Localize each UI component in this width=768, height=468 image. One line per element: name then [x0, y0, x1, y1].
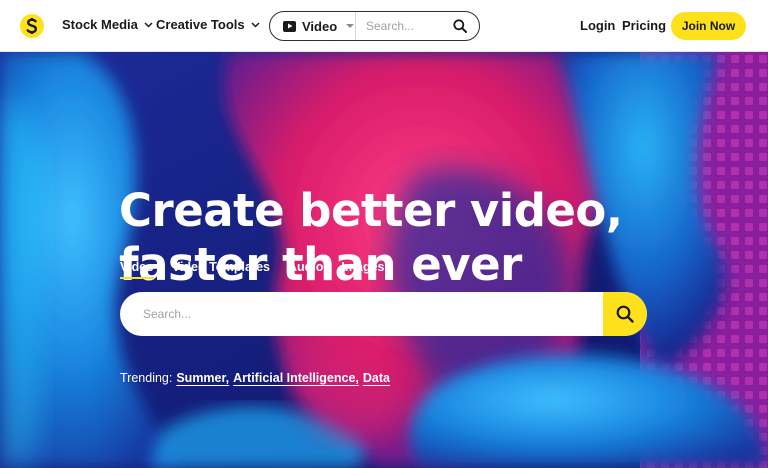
tab-video-templates[interactable]: Video Templates [172, 260, 270, 279]
top-search-bar: Video [269, 11, 480, 41]
top-navigation: Stock Media Creative Tools Video Login P… [0, 0, 768, 52]
trending-link-artificial-intelligence[interactable]: Artificial Intelligence, [233, 371, 359, 385]
site-logo[interactable] [20, 14, 44, 38]
hero-headline-line-1: Create better video, [119, 184, 623, 237]
caret-down-icon [346, 24, 355, 28]
nav-menu-stock-media[interactable]: Stock Media [62, 17, 153, 32]
logo-mark [26, 18, 38, 34]
trending-link-summer[interactable]: Summer, [176, 371, 229, 385]
join-now-button[interactable]: Join Now [671, 12, 746, 40]
trending-link-data[interactable]: Data [363, 371, 390, 385]
hero-search-bar [120, 292, 647, 336]
tab-images[interactable]: Images [341, 260, 384, 279]
chevron-down-icon [144, 21, 153, 28]
nav-menu-label: Stock Media [62, 17, 138, 32]
trending-label: Trending: [120, 371, 173, 385]
hero-search-input[interactable] [120, 292, 600, 336]
pricing-link[interactable]: Pricing [622, 18, 666, 33]
tab-video[interactable]: Video [120, 260, 154, 279]
trending-searches: Trending: Summer, Artificial Intelligenc… [120, 371, 390, 385]
hero-search-tabs: Video Video Templates Audio Images [120, 260, 385, 279]
login-link[interactable]: Login [580, 18, 615, 33]
chevron-down-icon [251, 21, 260, 28]
search-type-label: Video [302, 18, 338, 34]
hero-search-button[interactable] [603, 292, 647, 336]
search-type-select[interactable]: Video [270, 12, 356, 40]
search-icon [616, 305, 634, 323]
tab-audio[interactable]: Audio [288, 260, 323, 279]
top-search-input[interactable] [366, 19, 452, 33]
search-icon[interactable] [453, 19, 467, 38]
play-icon [283, 20, 296, 32]
nav-menu-creative-tools[interactable]: Creative Tools [156, 17, 260, 32]
nav-menu-label: Creative Tools [156, 17, 245, 32]
